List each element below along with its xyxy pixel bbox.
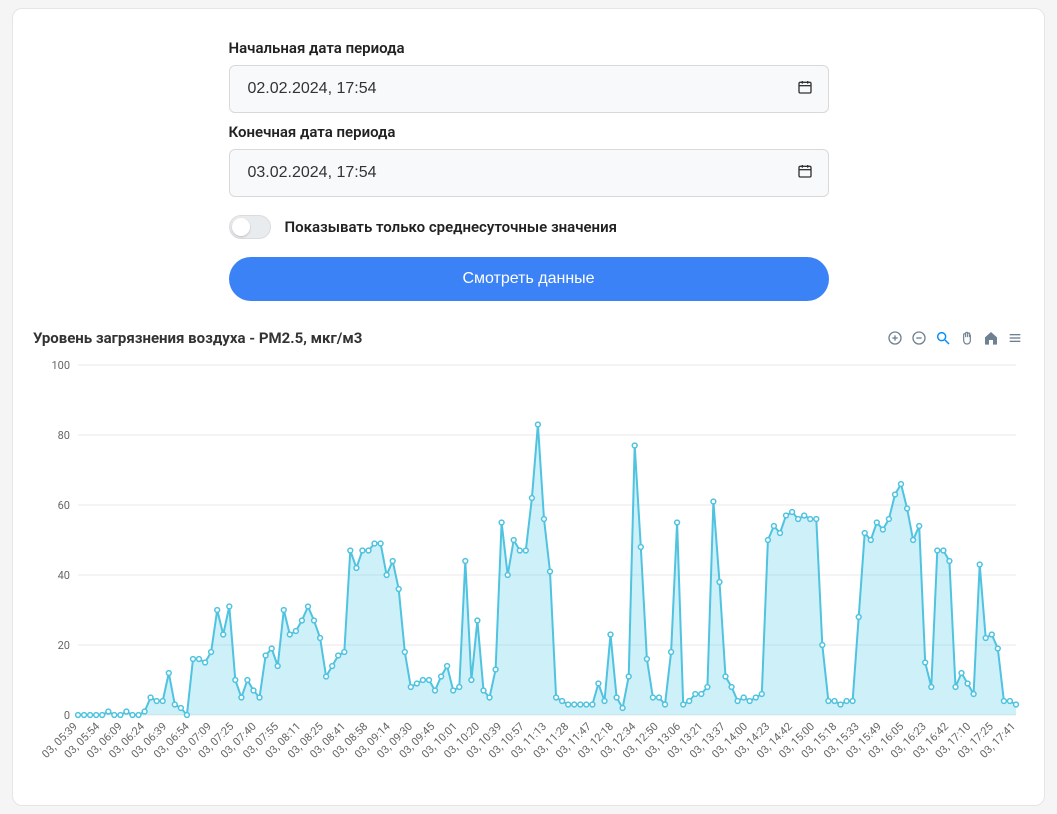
- view-data-button[interactable]: Смотреть данные: [229, 257, 829, 301]
- end-date-label: Конечная дата периода: [229, 123, 829, 141]
- menu-icon[interactable]: [1006, 329, 1024, 347]
- form-section: Начальная дата периода Конечная дата пер…: [229, 39, 829, 301]
- toggle-row: Показывать только среднесуточные значени…: [229, 215, 829, 239]
- chart-container[interactable]: 02040608010003, 05:3903, 05:5403, 06:090…: [33, 355, 1024, 775]
- selection-zoom-icon[interactable]: [934, 329, 952, 347]
- end-date-input[interactable]: [229, 149, 829, 197]
- daily-avg-toggle[interactable]: [229, 215, 271, 239]
- zoom-in-icon[interactable]: [886, 329, 904, 347]
- svg-text:80: 80: [58, 429, 70, 442]
- daily-avg-toggle-label: Показывать только среднесуточные значени…: [285, 218, 617, 236]
- svg-text:20: 20: [58, 639, 70, 652]
- zoom-out-icon[interactable]: [910, 329, 928, 347]
- svg-text:100: 100: [51, 359, 70, 372]
- start-date-label: Начальная дата периода: [229, 39, 829, 57]
- chart-header: Уровень загрязнения воздуха - PM2.5, мкг…: [33, 329, 1024, 347]
- chart-toolbar: [886, 329, 1024, 347]
- toggle-knob: [232, 218, 250, 236]
- reset-zoom-icon[interactable]: [982, 329, 1000, 347]
- end-date-input-wrap: [229, 149, 829, 197]
- chart-section: Уровень загрязнения воздуха - PM2.5, мкг…: [33, 329, 1024, 775]
- main-card: Начальная дата периода Конечная дата пер…: [12, 8, 1045, 806]
- svg-text:40: 40: [58, 569, 70, 582]
- svg-text:0: 0: [64, 709, 70, 722]
- start-date-input-wrap: [229, 65, 829, 113]
- start-date-input[interactable]: [229, 65, 829, 113]
- chart-title: Уровень загрязнения воздуха - PM2.5, мкг…: [33, 329, 362, 347]
- pan-icon[interactable]: [958, 329, 976, 347]
- svg-text:60: 60: [58, 499, 70, 512]
